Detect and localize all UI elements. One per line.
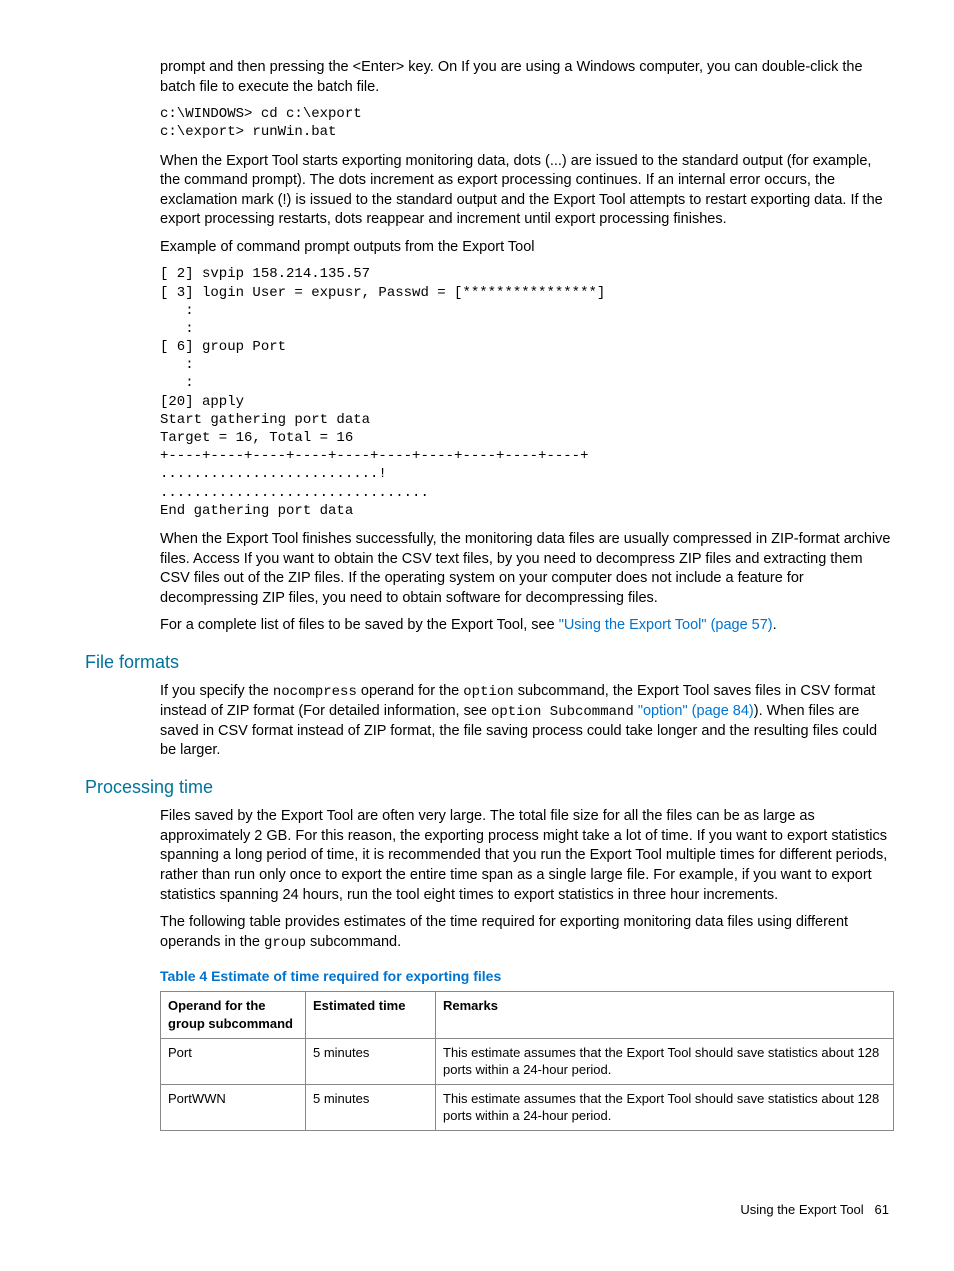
cell-operand: Port: [161, 1038, 306, 1084]
table-header-row: Operand for the group subcommand Estimat…: [161, 992, 894, 1038]
file-formats-section: If you specify the nocompress operand fo…: [160, 682, 894, 761]
th-operand: Operand for the group subcommand: [161, 992, 306, 1038]
code-nocompress: nocompress: [273, 684, 357, 700]
cell-time: 5 minutes: [306, 1084, 436, 1130]
page-footer: Using the Export Tool 61: [85, 1201, 894, 1219]
intro-p4: When the Export Tool finishes successful…: [160, 530, 894, 608]
intro-p5: For a complete list of files to be saved…: [160, 616, 894, 636]
th-remarks: Remarks: [436, 992, 894, 1038]
link-using-export-tool[interactable]: "Using the Export Tool" (page 57): [559, 617, 773, 633]
cell-operand: PortWWN: [161, 1084, 306, 1130]
cell-remarks: This estimate assumes that the Export To…: [436, 1084, 894, 1130]
pt-p2: The following table provides estimates o…: [160, 913, 894, 952]
footer-text: Using the Export Tool: [740, 1202, 863, 1217]
intro-p3: Example of command prompt outputs from t…: [160, 238, 894, 258]
table-title: Table 4 Estimate of time required for ex…: [160, 967, 894, 986]
intro-p5-pre: For a complete list of files to be saved…: [160, 617, 559, 633]
processing-time-section: Files saved by the Export Tool are often…: [160, 807, 894, 1130]
code-option: option: [463, 684, 513, 700]
heading-processing-time: Processing time: [85, 775, 894, 799]
intro-p2: When the Export Tool starts exporting mo…: [160, 152, 894, 230]
cell-time: 5 minutes: [306, 1038, 436, 1084]
intro-p5-post: .: [773, 617, 777, 633]
pt-p2-b: subcommand.: [306, 934, 401, 950]
code-option-subcommand: option Subcommand: [491, 704, 634, 720]
cell-remarks: This estimate assumes that the Export To…: [436, 1038, 894, 1084]
code-cd-export: c:\WINDOWS> cd c:\export c:\export> runW…: [160, 105, 894, 141]
estimate-table: Operand for the group subcommand Estimat…: [160, 991, 894, 1130]
code-export-output: [ 2] svpip 158.214.135.57 [ 3] login Use…: [160, 265, 894, 520]
footer-page: 61: [875, 1202, 889, 1217]
pt-p1: Files saved by the Export Tool are often…: [160, 807, 894, 905]
ff-text-b: operand for the: [357, 683, 463, 699]
link-option-page84[interactable]: "option" (page 84): [634, 703, 754, 719]
table-row: Port 5 minutes This estimate assumes tha…: [161, 1038, 894, 1084]
table-row: PortWWN 5 minutes This estimate assumes …: [161, 1084, 894, 1130]
file-formats-p1: If you specify the nocompress operand fo…: [160, 682, 894, 761]
ff-text-a: If you specify the: [160, 683, 273, 699]
intro-section: prompt and then pressing the <Enter> key…: [160, 58, 894, 636]
heading-file-formats: File formats: [85, 650, 894, 674]
intro-p1: prompt and then pressing the <Enter> key…: [160, 58, 894, 97]
code-group: group: [264, 935, 306, 951]
th-time: Estimated time: [306, 992, 436, 1038]
